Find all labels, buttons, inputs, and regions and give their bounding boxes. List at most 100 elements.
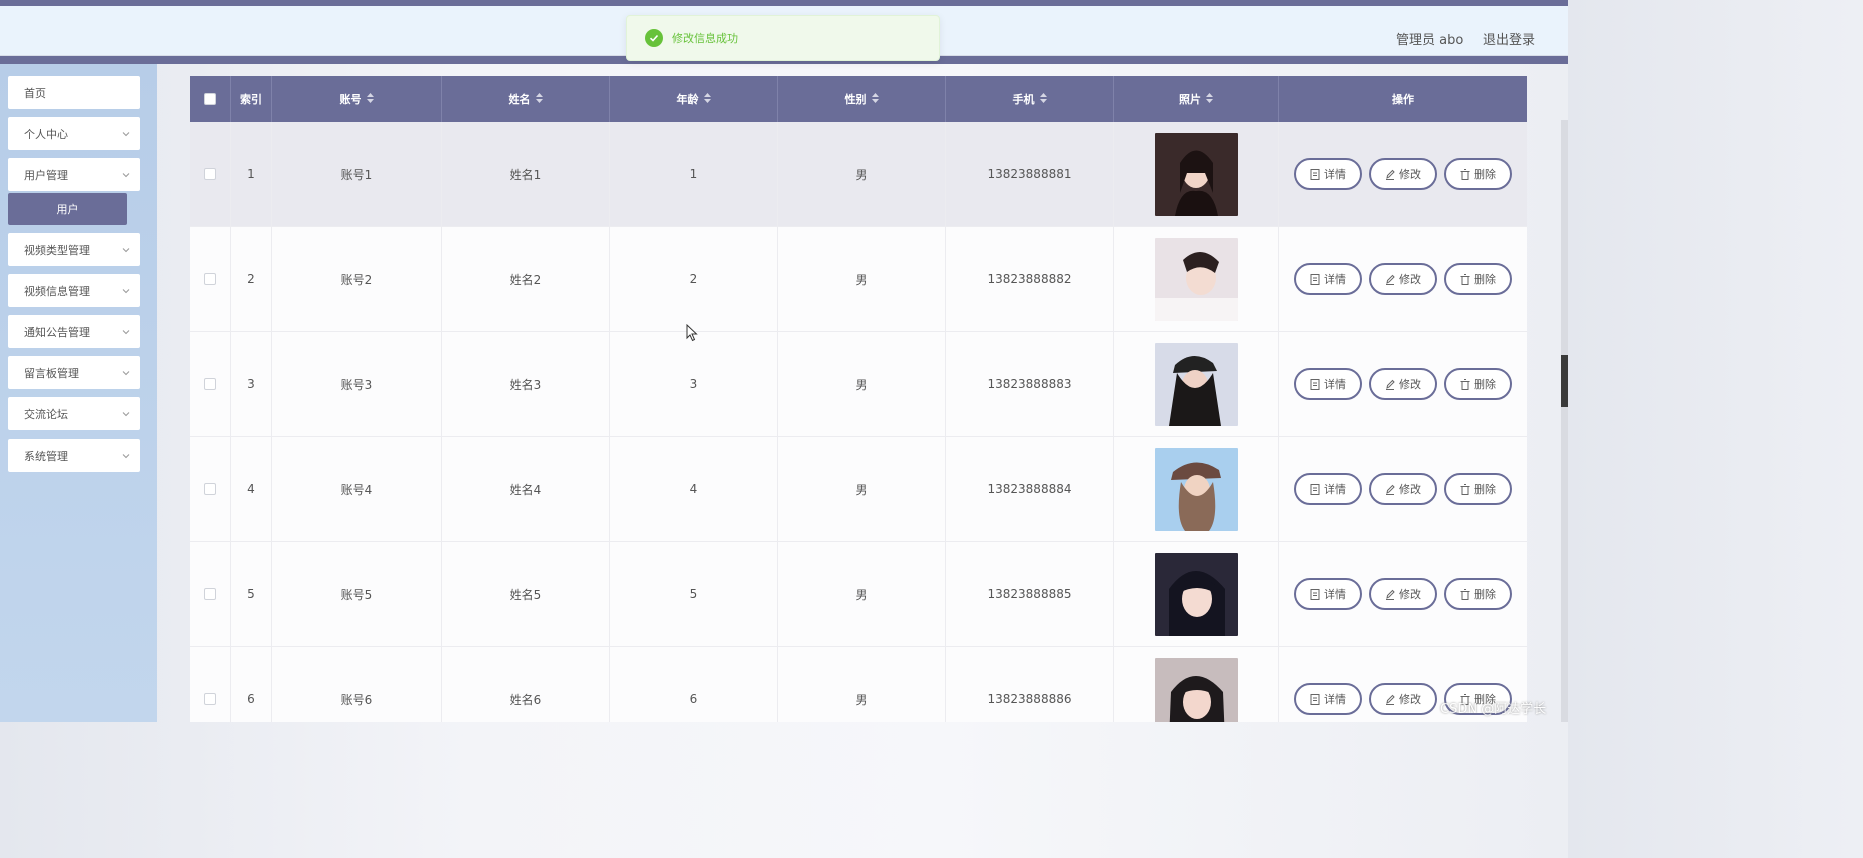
document-icon — [1310, 273, 1320, 285]
cell-phone: 13823888882 — [946, 227, 1114, 331]
cell-actions: 详情 修改 删除 — [1279, 437, 1527, 541]
row-select — [190, 647, 231, 722]
edit-button[interactable]: 修改 — [1369, 158, 1437, 190]
sidebar-subitem-users[interactable]: 用户 — [8, 193, 127, 225]
edit-button[interactable]: 修改 — [1369, 368, 1437, 400]
detail-button[interactable]: 详情 — [1294, 473, 1362, 505]
chevron-down-icon — [122, 128, 130, 141]
trash-icon — [1460, 588, 1470, 600]
sidebar-item-label: 视频信息管理 — [24, 284, 90, 298]
sidebar-item-user-management[interactable]: 用户管理 — [8, 158, 140, 191]
cell-photo — [1114, 437, 1279, 541]
column-header[interactable]: 性别 — [778, 76, 946, 122]
cell-index: 2 — [231, 227, 272, 331]
detail-button[interactable]: 详情 — [1294, 263, 1362, 295]
sidebar-item-system[interactable]: 系统管理 — [8, 439, 140, 472]
select-all-checkbox[interactable] — [204, 93, 216, 105]
table-row[interactable]: 1 账号1 姓名1 1 男 13823888881 详情 修改 删除 — [190, 122, 1527, 227]
cell-name: 姓名6 — [442, 647, 610, 722]
cell-age: 5 — [610, 542, 778, 646]
sort-icon[interactable] — [1206, 92, 1213, 106]
document-icon — [1310, 168, 1320, 180]
cell-index: 4 — [231, 437, 272, 541]
pencil-icon — [1386, 379, 1395, 390]
scrollbar-track[interactable] — [1561, 120, 1568, 722]
trash-icon — [1460, 483, 1470, 495]
row-checkbox[interactable] — [204, 273, 216, 285]
sidebar-item-forum[interactable]: 交流论坛 — [8, 397, 140, 430]
table-row[interactable]: 2 账号2 姓名2 2 男 13823888882 详情 修改 删除 — [190, 227, 1527, 332]
column-header-label: 操作 — [1392, 93, 1414, 106]
row-checkbox[interactable] — [204, 588, 216, 600]
row-checkbox[interactable] — [204, 483, 216, 495]
pencil-icon — [1386, 694, 1395, 705]
edit-button[interactable]: 修改 — [1369, 578, 1437, 610]
sort-icon[interactable] — [366, 92, 374, 106]
logout-button[interactable]: 退出登录 — [1483, 29, 1535, 48]
delete-label: 删除 — [1474, 588, 1496, 601]
sidebar-item-notice[interactable]: 通知公告管理 — [8, 315, 140, 348]
cell-phone: 13823888884 — [946, 437, 1114, 541]
cell-phone: 13823888885 — [946, 542, 1114, 646]
detail-label: 详情 — [1324, 273, 1346, 286]
edit-button[interactable]: 修改 — [1369, 473, 1437, 505]
delete-button[interactable]: 删除 — [1444, 578, 1512, 610]
cell-gender: 男 — [778, 542, 946, 646]
cell-name: 姓名2 — [442, 227, 610, 331]
sort-icon[interactable] — [871, 92, 879, 106]
column-header[interactable]: 手机 — [946, 76, 1114, 122]
delete-button[interactable]: 删除 — [1444, 473, 1512, 505]
sidebar-item-label: 系统管理 — [24, 449, 68, 463]
cell-gender: 男 — [778, 227, 946, 331]
document-icon — [1310, 378, 1320, 390]
cell-gender: 男 — [778, 437, 946, 541]
delete-button[interactable]: 删除 — [1444, 158, 1512, 190]
delete-button[interactable]: 删除 — [1444, 263, 1512, 295]
detail-button[interactable]: 详情 — [1294, 578, 1362, 610]
delete-label: 删除 — [1474, 378, 1496, 391]
column-header-label: 手机 — [1012, 93, 1035, 106]
column-header[interactable]: 照片 — [1114, 76, 1279, 122]
delete-label: 删除 — [1474, 273, 1496, 286]
sort-icon[interactable] — [535, 92, 543, 106]
sort-icon[interactable] — [703, 92, 711, 106]
sidebar-item-video-type[interactable]: 视频类型管理 — [8, 233, 140, 266]
detail-button[interactable]: 详情 — [1294, 368, 1362, 400]
edit-label: 修改 — [1399, 483, 1421, 496]
cell-photo — [1114, 542, 1279, 646]
delete-button[interactable]: 删除 — [1444, 368, 1512, 400]
sidebar-item-label: 首页 — [24, 86, 46, 100]
column-header[interactable]: 姓名 — [442, 76, 610, 122]
sidebar-item-video-info[interactable]: 视频信息管理 — [8, 274, 140, 307]
cell-photo — [1114, 332, 1279, 436]
column-header: 索引 — [231, 76, 272, 122]
table-header: 索引 账号 姓名 年龄 性别 手机 照片 操作 — [190, 76, 1527, 122]
edit-button[interactable]: 修改 — [1369, 683, 1437, 715]
table-row[interactable]: 5 账号5 姓名5 5 男 13823888885 详情 修改 删除 — [190, 542, 1527, 647]
detail-button[interactable]: 详情 — [1294, 158, 1362, 190]
row-select — [190, 122, 231, 226]
scrollbar-thumb[interactable] — [1561, 355, 1568, 407]
sidebar-item-profile[interactable]: 个人中心 — [8, 117, 140, 150]
row-checkbox[interactable] — [204, 378, 216, 390]
row-checkbox[interactable] — [204, 168, 216, 180]
edit-label: 修改 — [1399, 378, 1421, 391]
sidebar-item-message-board[interactable]: 留言板管理 — [8, 356, 140, 389]
row-checkbox[interactable] — [204, 693, 216, 705]
cell-phone: 13823888881 — [946, 122, 1114, 226]
table-row[interactable]: 6 账号6 姓名6 6 男 13823888886 详情 修改 删除 — [190, 647, 1527, 722]
detail-button[interactable]: 详情 — [1294, 683, 1362, 715]
table-row[interactable]: 3 账号3 姓名3 3 男 13823888883 详情 修改 删除 — [190, 332, 1527, 437]
detail-label: 详情 — [1324, 693, 1346, 706]
cell-index: 1 — [231, 122, 272, 226]
edit-button[interactable]: 修改 — [1369, 263, 1437, 295]
column-header[interactable]: 年龄 — [610, 76, 778, 122]
cell-age: 4 — [610, 437, 778, 541]
column-header[interactable]: 账号 — [272, 76, 442, 122]
document-icon — [1310, 588, 1320, 600]
sort-icon[interactable] — [1039, 92, 1047, 106]
pencil-icon — [1386, 274, 1395, 285]
sidebar-item-home[interactable]: 首页 — [8, 76, 140, 109]
table-row[interactable]: 4 账号4 姓名4 4 男 13823888884 详情 修改 删除 — [190, 437, 1527, 542]
sidebar: 首页 个人中心 用户管理 用户 视频类型管理 视频信息管理 通知公告管理 留言板… — [0, 64, 157, 722]
